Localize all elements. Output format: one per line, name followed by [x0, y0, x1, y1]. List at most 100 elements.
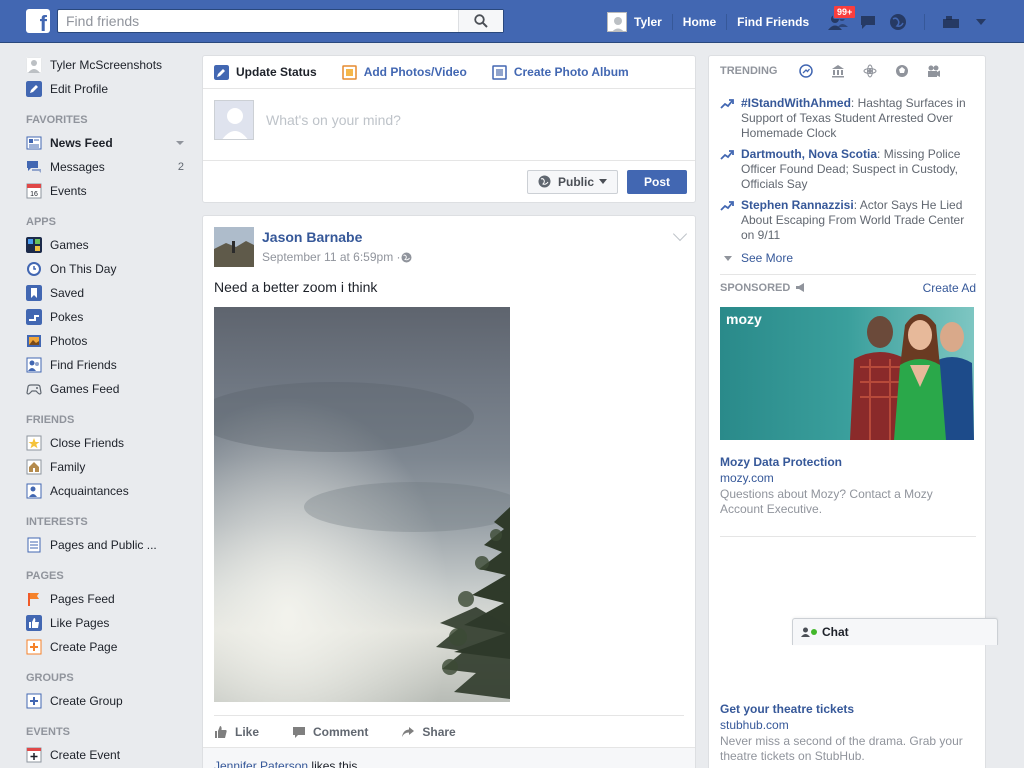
sidebar-item-acquaintances[interactable]: Acquaintances	[26, 479, 194, 503]
sidebar-item-create-event[interactable]: Create Event	[26, 743, 194, 767]
section-heading-friends: FRIENDS	[26, 414, 75, 426]
sidebar-item-family[interactable]: Family	[26, 455, 194, 479]
sky-tree-photo	[214, 307, 510, 702]
sidebar-item-games[interactable]: Games	[26, 233, 194, 257]
sidebar-item-label: Like Pages	[50, 616, 110, 630]
sidebar-item-like-pages[interactable]: Like Pages	[26, 611, 194, 635]
ad-domain[interactable]: stubhub.com	[720, 718, 789, 732]
ad-title[interactable]: Mozy Data Protection	[720, 455, 842, 469]
sidebar-item-saved[interactable]: Saved	[26, 281, 194, 305]
nav-user-name[interactable]: Tyler	[634, 0, 672, 43]
story-photo[interactable]	[214, 307, 510, 702]
trending-item[interactable]: Stephen Rannazzisi: Actor Says He Lied A…	[720, 198, 976, 243]
liker-name-link[interactable]: Jennifer Paterson	[214, 759, 308, 768]
sidebar-item-games-feed[interactable]: Games Feed	[26, 377, 194, 401]
ad-description: Questions about Mozy? Contact a Mozy Acc…	[720, 487, 933, 516]
story-options-chevron-icon[interactable]	[672, 226, 688, 242]
share-button[interactable]: Share	[401, 724, 456, 739]
house-icon	[26, 459, 42, 475]
sidebar-item-photos[interactable]: Photos	[26, 329, 194, 353]
like-label: Like	[235, 724, 260, 739]
sidebar-item-label: Create Page	[50, 640, 118, 654]
likes-summary: Jennifer Paterson likes this.	[203, 747, 695, 768]
messages-icon[interactable]	[856, 10, 880, 34]
author-avatar[interactable]	[214, 227, 254, 267]
account-menu-chevron-icon[interactable]	[969, 10, 993, 34]
story-timestamp: September 11 at 6:59pm ·	[262, 250, 412, 264]
sidebar-item-find-friends[interactable]: Find Friends	[26, 353, 194, 377]
globe-icon	[401, 252, 412, 262]
sidebar-item-label: Close Friends	[50, 436, 125, 450]
photo-album-icon	[492, 64, 507, 80]
nav-find-friends[interactable]: Find Friends	[727, 0, 819, 43]
user-avatar[interactable]	[607, 11, 627, 32]
timestamp-text[interactable]: September 11 at 6:59pm ·	[262, 250, 401, 264]
sidebar-item-close-friends[interactable]: Close Friends	[26, 431, 194, 455]
ad-domain[interactable]: mozy.com	[720, 471, 774, 485]
sidebar-item-create-group[interactable]: Create Group	[26, 689, 194, 713]
acquaintances-icon	[26, 483, 42, 499]
notifications-globe-icon[interactable]	[886, 10, 910, 34]
share-arrow-icon	[402, 726, 415, 737]
sidebar-item-pokes[interactable]: Pokes	[26, 305, 194, 329]
sponsored-label: SPONSORED	[720, 282, 791, 294]
trending-item-text: Dartmouth, Nova Scotia: Missing Police O…	[741, 147, 971, 192]
sidebar-item-label: Events	[50, 184, 87, 198]
trending-item[interactable]: Dartmouth, Nova Scotia: Missing Police O…	[720, 147, 976, 192]
status-composer: Update Status Add Photos/Video Create Ph…	[202, 55, 696, 203]
sidebar-item-on-this-day[interactable]: On This Day	[26, 257, 194, 281]
trending-topic[interactable]: Dartmouth, Nova Scotia	[741, 147, 877, 161]
ad-title[interactable]: Get your theatre tickets	[720, 702, 854, 716]
like-button[interactable]: Like	[214, 725, 259, 739]
science-atom-icon[interactable]	[863, 64, 877, 78]
search-input[interactable]	[58, 10, 458, 32]
sidebar-item-label: Pages and Public ...	[50, 538, 157, 552]
post-button[interactable]: Post	[627, 169, 687, 194]
nav-home[interactable]: Home	[673, 0, 726, 43]
author-name[interactable]: Jason Barnabe	[262, 229, 412, 245]
facebook-logo-icon[interactable]: f	[26, 9, 50, 35]
tab-update-status[interactable]: Update Status	[214, 64, 317, 80]
comment-bubble-icon	[293, 726, 306, 738]
sidebar-item-pages-public[interactable]: Pages and Public ...	[26, 533, 194, 557]
trending-arrow-icon	[720, 99, 734, 109]
search-button[interactable]	[458, 10, 503, 32]
politics-building-icon[interactable]	[831, 64, 845, 78]
sidebar-item-pages-feed[interactable]: Pages Feed	[26, 587, 194, 611]
comment-button[interactable]: Comment	[292, 725, 368, 739]
tab-create-photo-album[interactable]: Create Photo Album	[492, 64, 629, 80]
sidebar-item-news-feed[interactable]: News Feed	[26, 131, 194, 155]
trending-title: TRENDING	[720, 65, 778, 77]
caret-down-icon[interactable]	[176, 141, 184, 145]
entertainment-camera-icon[interactable]	[927, 64, 941, 78]
privacy-selector-button[interactable]: Public	[526, 169, 618, 194]
trending-item-text: Stephen Rannazzisi: Actor Says He Lied A…	[741, 198, 971, 243]
sports-ball-icon[interactable]	[895, 64, 909, 78]
section-heading-events: EVENTS	[26, 726, 71, 738]
sidebar-item-events[interactable]: 16 Events	[26, 179, 194, 203]
composer-input[interactable]: What's on your mind?	[266, 112, 401, 128]
privacy-shortcuts-icon[interactable]	[939, 10, 963, 34]
sidebar-profile[interactable]: Tyler McScreenshots	[26, 53, 194, 77]
create-ad-link[interactable]: Create Ad	[923, 281, 976, 295]
sidebar-item-edit-profile[interactable]: Edit Profile	[26, 77, 194, 101]
create-group-icon	[26, 693, 42, 709]
sidebar-item-label: Acquaintances	[50, 484, 129, 498]
trending-topic[interactable]: Stephen Rannazzisi	[741, 198, 854, 212]
trending-item[interactable]: #IStandWithAhmed: Hashtag Surfaces in Su…	[720, 96, 976, 141]
trending-top-icon[interactable]	[799, 64, 814, 78]
trending-see-more-link[interactable]: See More	[724, 251, 793, 265]
trending-topic[interactable]: #IStandWithAhmed	[741, 96, 851, 110]
tab-add-photos-video[interactable]: Add Photos/Video	[341, 64, 467, 80]
sidebar-item-label: Pages Feed	[50, 592, 115, 606]
chat-tab[interactable]: Chat	[792, 618, 998, 645]
mozy-ad-image[interactable]: mozy	[720, 307, 974, 440]
sidebar-item-create-page[interactable]: Create Page	[26, 635, 194, 659]
section-divider	[720, 274, 976, 275]
sidebar-item-label: On This Day	[50, 262, 117, 276]
sidebar-item-label: Family	[50, 460, 86, 474]
section-heading-favorites: FAVORITES	[26, 114, 88, 126]
sidebar-item-messages[interactable]: Messages 2	[26, 155, 194, 179]
trending-arrow-icon	[720, 150, 734, 160]
share-label: Share	[422, 724, 456, 739]
